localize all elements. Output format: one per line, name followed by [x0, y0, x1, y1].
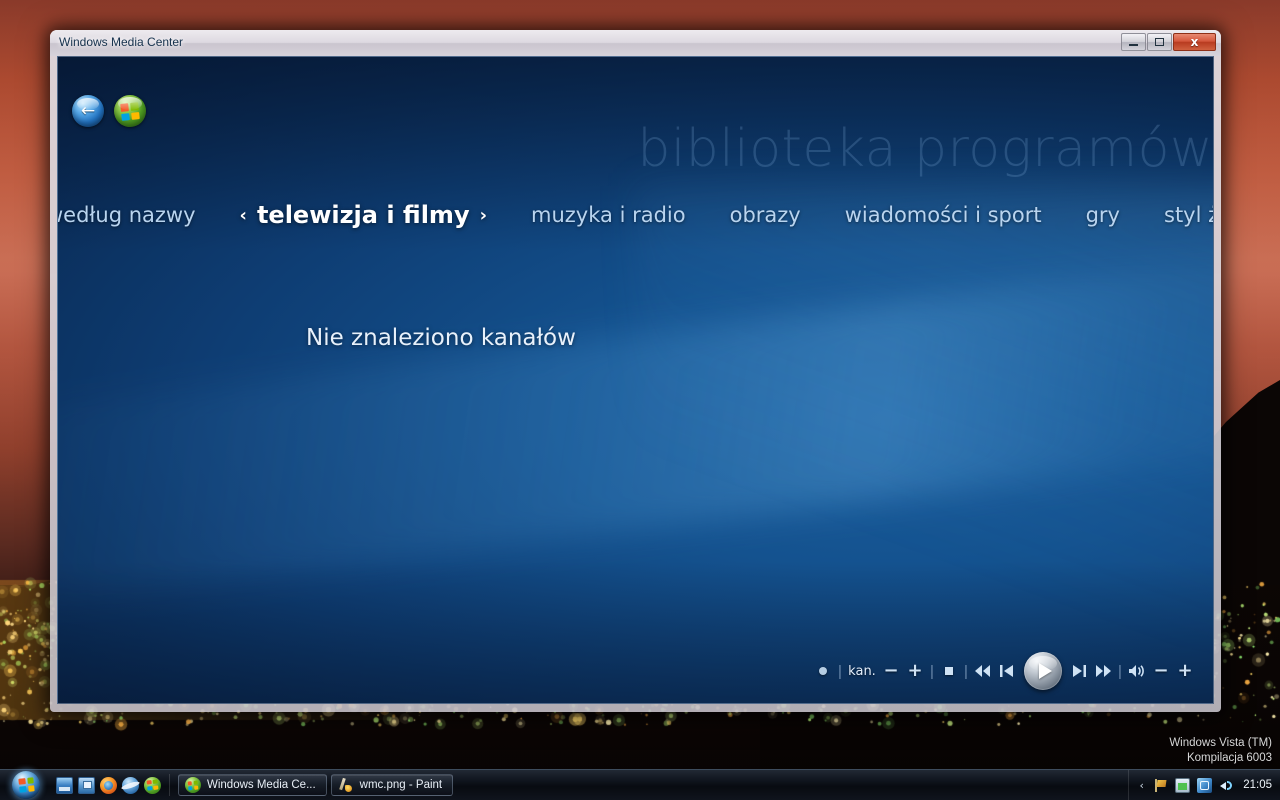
plus-icon: + — [1177, 660, 1193, 681]
system-tray: ‹ 21:05 — [1128, 770, 1280, 800]
stop-button[interactable] — [937, 656, 961, 686]
play-icon — [1039, 663, 1052, 679]
nav-next-chevron-icon[interactable]: › — [480, 205, 487, 226]
taskbar: Windows Media Ce... wmc.png - Paint ‹ 21… — [0, 769, 1280, 800]
nav-item-styl-zycia[interactable]: styl życi — [1142, 203, 1213, 227]
show-desktop-icon[interactable] — [56, 776, 73, 794]
clock[interactable]: 21:05 — [1243, 779, 1272, 791]
back-button[interactable]: ← — [72, 95, 104, 127]
minimize-button[interactable] — [1121, 33, 1146, 51]
windows-media-center-icon — [185, 777, 201, 793]
page-title: biblioteka programów — [637, 119, 1213, 179]
window-title: Windows Media Center — [59, 35, 184, 49]
nav-item-obrazy[interactable]: obrazy — [708, 203, 823, 227]
watermark-line-2: Kompilacja 6003 — [1186, 752, 1272, 764]
start-orb-icon — [12, 771, 40, 799]
volume-down-button[interactable]: − — [1149, 656, 1173, 686]
show-hidden-icons-icon[interactable]: ‹ — [1137, 779, 1146, 792]
nav-item-active-label: telewizja i filmy — [256, 201, 470, 229]
desktop: Windows Vista (TM) Kompilacja 6003 Windo… — [0, 0, 1280, 800]
windows-media-center-icon[interactable] — [144, 776, 161, 794]
nav-item-muzyka-i-radio[interactable]: muzyka i radio — [509, 203, 708, 227]
nav-item-wedlug-nazwy[interactable]: według nazwy — [58, 203, 218, 227]
rewind-button[interactable] — [971, 656, 995, 686]
minus-icon: − — [1153, 660, 1169, 681]
separator-1: | — [838, 662, 842, 680]
close-button[interactable]: x — [1173, 33, 1216, 51]
window-controls: x — [1121, 33, 1216, 51]
back-arrow-icon: ← — [80, 100, 96, 121]
volume-icon — [1129, 665, 1144, 677]
minimize-icon — [1129, 44, 1138, 46]
rewind-icon — [975, 665, 990, 677]
stop-icon — [945, 667, 953, 675]
skip-previous-icon — [1000, 665, 1013, 677]
network-icon[interactable] — [1197, 777, 1213, 793]
record-button[interactable] — [811, 656, 835, 686]
maximize-icon — [1155, 38, 1164, 46]
taskbar-button-paint[interactable]: wmc.png - Paint — [330, 774, 454, 796]
nav-item-telewizja-i-filmy[interactable]: ‹ telewizja i filmy › — [218, 201, 510, 229]
windows-media-center-window[interactable]: Windows Media Center x ← biblioteka prog… — [50, 30, 1221, 712]
previous-button[interactable] — [995, 656, 1019, 686]
mute-button[interactable] — [1125, 656, 1149, 686]
windows-logo-icon — [146, 779, 159, 791]
maximize-button[interactable] — [1147, 33, 1172, 51]
nav-item-gry[interactable]: gry — [1064, 203, 1142, 227]
channel-up-button[interactable]: + — [903, 656, 927, 686]
separator-4: | — [1118, 662, 1122, 680]
fast-forward-icon — [1096, 665, 1111, 677]
task-buttons: Windows Media Ce... wmc.png - Paint — [178, 774, 454, 796]
next-button[interactable] — [1067, 656, 1091, 686]
skip-next-icon — [1073, 665, 1086, 677]
windows-logo-icon — [17, 777, 35, 793]
quick-launch-bar — [56, 774, 170, 796]
channel-label: kan. — [848, 663, 876, 679]
taskbar-button-label: wmc.png - Paint — [359, 779, 443, 791]
windows-logo-icon — [187, 780, 199, 790]
internet-explorer-icon[interactable] — [122, 776, 139, 794]
volume-icon[interactable] — [1219, 778, 1234, 793]
flag-icon[interactable] — [1153, 778, 1168, 793]
plus-icon: + — [907, 660, 923, 681]
play-button[interactable] — [1024, 652, 1062, 690]
volume-up-button[interactable]: + — [1173, 656, 1197, 686]
paint-icon — [338, 777, 354, 793]
switch-window-icon[interactable] — [78, 776, 95, 794]
taskbar-button-label: Windows Media Ce... — [207, 779, 316, 791]
nav-item-wiadomosci-i-sport[interactable]: wiadomości i sport — [823, 203, 1064, 227]
minus-icon: − — [883, 660, 899, 681]
empty-state-message: Nie znaleziono kanałów — [306, 325, 576, 351]
start-button[interactable] — [4, 770, 48, 800]
window-titlebar[interactable]: Windows Media Center x — [50, 30, 1221, 56]
media-center-client-area: ← biblioteka programów według nazwy ‹ te… — [57, 56, 1214, 704]
taskbar-button-windows-media-center[interactable]: Windows Media Ce... — [178, 774, 327, 796]
firefox-icon[interactable] — [100, 776, 117, 794]
separator-3: | — [964, 662, 968, 680]
record-icon — [819, 667, 827, 675]
nav-prev-chevron-icon[interactable]: ‹ — [240, 205, 247, 226]
transport-controls: | kan. − + | | | − + — [811, 651, 1197, 691]
windows-logo-icon — [120, 101, 140, 121]
media-center-start-button[interactable] — [114, 95, 146, 127]
separator-2: | — [930, 662, 934, 680]
watermark-line-1: Windows Vista (TM) — [1169, 737, 1272, 749]
desktop-watermark: Windows Vista (TM) Kompilacja 6003 — [1169, 736, 1272, 766]
fast-forward-button[interactable] — [1091, 656, 1115, 686]
close-icon: x — [1190, 35, 1199, 49]
media-center-nav-buttons: ← — [72, 95, 146, 127]
battery-icon[interactable] — [1175, 777, 1191, 793]
channel-down-button[interactable]: − — [879, 656, 903, 686]
category-nav-strip: według nazwy ‹ telewizja i filmy › muzyk… — [58, 201, 1213, 229]
